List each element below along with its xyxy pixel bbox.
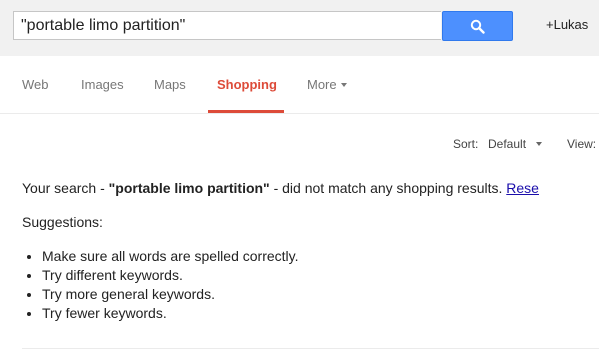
suggestions-heading: Suggestions: <box>22 214 103 230</box>
sort-dropdown[interactable]: Default <box>488 137 543 151</box>
tab-shopping[interactable]: Shopping <box>217 77 277 92</box>
list-item: Try more general keywords. <box>42 285 299 304</box>
chevron-down-icon <box>340 82 347 87</box>
no-results-message: Your search - "portable limo partition" … <box>22 180 539 196</box>
sort-label: Sort: <box>453 137 479 151</box>
top-bar: "portable limo partition" +Lukas <box>0 0 599 56</box>
user-profile-link[interactable]: +Lukas <box>546 17 588 32</box>
tab-web[interactable]: Web <box>22 77 49 92</box>
tab-more-label: More <box>307 77 337 92</box>
tab-maps[interactable]: Maps <box>154 77 186 92</box>
message-query: "portable limo partition" <box>108 180 270 196</box>
search-input[interactable]: "portable limo partition" <box>13 11 441 40</box>
active-tab-indicator <box>208 110 284 113</box>
reset-link[interactable]: Rese <box>506 180 539 196</box>
sort-value: Default <box>488 137 527 151</box>
suggestions-list: Make sure all words are spelled correctl… <box>22 247 299 323</box>
chevron-down-icon <box>536 141 543 146</box>
list-item: Make sure all words are spelled correctl… <box>42 247 299 266</box>
view-label[interactable]: View: <box>567 137 596 151</box>
tab-more[interactable]: More <box>307 77 347 92</box>
list-item: Try fewer keywords. <box>42 304 299 323</box>
divider <box>22 348 599 349</box>
search-button[interactable] <box>442 11 513 41</box>
search-nav: Web Images Maps Shopping More <box>0 56 599 114</box>
search-icon <box>470 19 485 34</box>
message-suffix: - did not match any shopping results. <box>269 180 507 196</box>
list-item: Try different keywords. <box>42 266 299 285</box>
message-prefix: Your search - <box>22 180 109 196</box>
tab-images[interactable]: Images <box>81 77 124 92</box>
